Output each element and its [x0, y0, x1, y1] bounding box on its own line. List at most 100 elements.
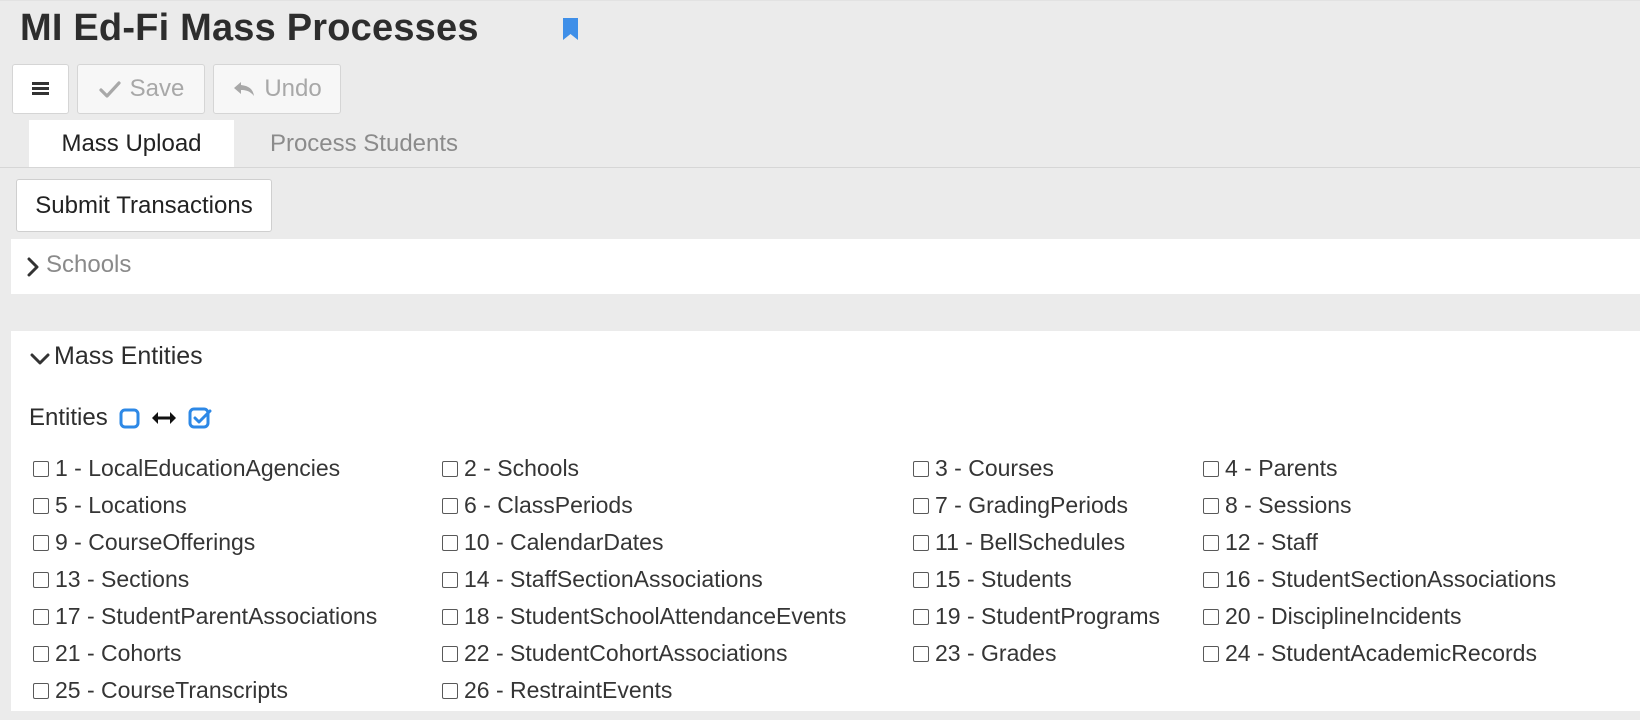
entity-checkbox[interactable] — [1203, 534, 1219, 551]
tab-separator — [0, 167, 1640, 168]
entity-label: 7 - GradingPeriods — [935, 492, 1129, 518]
entity-label: 5 - Locations — [55, 492, 187, 518]
entity-checkbox[interactable] — [33, 497, 49, 514]
undo-arrow-icon — [234, 82, 255, 96]
entity-label: 3 - Courses — [935, 455, 1054, 481]
entity-checkbox[interactable] — [913, 645, 929, 662]
entity-checkbox[interactable] — [913, 497, 929, 514]
entity-checkbox[interactable] — [442, 460, 458, 477]
entity-checkbox[interactable] — [442, 534, 458, 551]
entity-checkbox[interactable] — [913, 571, 929, 588]
select-none-icon[interactable] — [119, 408, 140, 429]
entity-checkbox[interactable] — [33, 608, 49, 625]
undo-button[interactable]: Undo — [213, 64, 341, 114]
entity-label: 22 - StudentCohortAssociations — [464, 640, 788, 666]
entity-checkbox[interactable] — [913, 608, 929, 625]
entity-checkbox[interactable] — [913, 534, 929, 551]
toolbar: Save Undo — [12, 64, 341, 116]
entity-label: 12 - Staff — [1225, 529, 1318, 555]
tab-list: Mass Upload Process Students — [29, 120, 494, 168]
entity-checkbox[interactable] — [1203, 608, 1219, 625]
entity-option-13[interactable]: 13 - Sections — [33, 561, 189, 598]
entity-option-9[interactable]: 9 - CourseOfferings — [33, 524, 255, 561]
entity-label: 2 - Schools — [464, 455, 580, 481]
entity-option-2[interactable]: 2 - Schools — [442, 450, 579, 487]
entity-checkbox[interactable] — [33, 460, 49, 477]
undo-label: Undo — [264, 75, 322, 102]
entity-checkbox[interactable] — [913, 460, 929, 477]
entity-checkbox-grid: 1 - LocalEducationAgencies 2 - Schools 3… — [33, 450, 1640, 720]
entity-label: 1 - LocalEducationAgencies — [55, 455, 341, 481]
entity-label: 26 - RestraintEvents — [464, 677, 673, 703]
select-all-icon[interactable] — [188, 406, 212, 430]
entity-checkbox[interactable] — [442, 608, 458, 625]
entity-checkbox[interactable] — [33, 534, 49, 551]
menu-icon — [32, 82, 49, 96]
entity-checkbox[interactable] — [1203, 460, 1219, 477]
entity-label: 8 - Sessions — [1225, 492, 1352, 518]
entity-option-10[interactable]: 10 - CalendarDates — [442, 524, 663, 561]
entities-select-controls: Entities — [29, 400, 212, 436]
entity-option-8[interactable]: 8 - Sessions — [1203, 487, 1352, 524]
entity-label: 11 - BellSchedules — [935, 529, 1126, 555]
entity-checkbox[interactable] — [442, 497, 458, 514]
menu-button[interactable] — [12, 64, 69, 114]
entities-label: Entities — [29, 404, 108, 431]
page-title: MI Ed-Fi Mass Processes — [20, 7, 479, 49]
swap-icon[interactable] — [151, 409, 177, 427]
entity-option-16[interactable]: 16 - StudentSectionAssociations — [1203, 561, 1556, 598]
entity-label: 25 - CourseTranscripts — [55, 677, 289, 703]
entity-option-4[interactable]: 4 - Parents — [1203, 450, 1338, 487]
page-header: MI Ed-Fi Mass Processes — [0, 0, 1640, 61]
entity-label: 6 - ClassPeriods — [464, 492, 633, 518]
entity-option-22[interactable]: 22 - StudentCohortAssociations — [442, 635, 787, 672]
save-button[interactable]: Save — [77, 64, 205, 114]
entity-checkbox[interactable] — [442, 571, 458, 588]
entity-checkbox[interactable] — [1203, 571, 1219, 588]
entity-option-14[interactable]: 14 - StaffSectionAssociations — [442, 561, 763, 598]
mass-entities-header[interactable]: Mass Entities — [54, 342, 203, 371]
entity-label: 13 - Sections — [55, 566, 190, 592]
entity-label: 23 - Grades — [935, 640, 1057, 666]
entity-option-20[interactable]: 20 - DisciplineIncidents — [1203, 598, 1462, 635]
entity-label: 9 - CourseOfferings — [55, 529, 256, 555]
entity-option-25[interactable]: 25 - CourseTranscripts — [33, 672, 288, 709]
bookmark-icon[interactable] — [563, 18, 578, 40]
entity-label: 14 - StaffSectionAssociations — [464, 566, 763, 592]
entity-checkbox[interactable] — [33, 645, 49, 662]
entity-option-17[interactable]: 17 - StudentParentAssociations — [33, 598, 377, 635]
entity-checkbox[interactable] — [1203, 645, 1219, 662]
entity-option-5[interactable]: 5 - Locations — [33, 487, 187, 524]
entity-checkbox[interactable] — [442, 645, 458, 662]
save-label: Save — [129, 75, 185, 102]
entity-option-11[interactable]: 11 - BellSchedules — [913, 524, 1125, 561]
entity-label: 4 - Parents — [1225, 455, 1338, 481]
chevron-right-icon[interactable] — [27, 257, 39, 277]
entity-option-23[interactable]: 23 - Grades — [913, 635, 1056, 672]
entity-label: 21 - Cohorts — [55, 640, 182, 666]
mass-entities-panel: Mass Entities Entities 1 - LocalEducatio… — [11, 331, 1640, 711]
entity-option-18[interactable]: 18 - StudentSchoolAttendanceEvents — [442, 598, 846, 635]
chevron-down-icon[interactable] — [30, 353, 50, 365]
entity-checkbox[interactable] — [1203, 497, 1219, 514]
entity-checkbox[interactable] — [33, 571, 49, 588]
tab-process-students[interactable]: Process Students — [234, 120, 494, 168]
entity-checkbox[interactable] — [33, 682, 49, 699]
entity-option-21[interactable]: 21 - Cohorts — [33, 635, 182, 672]
entity-option-24[interactable]: 24 - StudentAcademicRecords — [1203, 635, 1537, 672]
submit-transactions-button[interactable]: Submit Transactions — [16, 179, 272, 232]
entity-option-6[interactable]: 6 - ClassPeriods — [442, 487, 633, 524]
entity-label: 15 - Students — [935, 566, 1072, 592]
entity-option-12[interactable]: 12 - Staff — [1203, 524, 1318, 561]
entity-option-15[interactable]: 15 - Students — [913, 561, 1072, 598]
schools-panel-header[interactable]: Schools — [46, 251, 131, 279]
tab-mass-upload[interactable]: Mass Upload — [29, 120, 234, 168]
entity-option-1[interactable]: 1 - LocalEducationAgencies — [33, 450, 340, 487]
entity-option-7[interactable]: 7 - GradingPeriods — [913, 487, 1128, 524]
entity-label: 24 - StudentAcademicRecords — [1225, 640, 1537, 666]
entity-option-3[interactable]: 3 - Courses — [913, 450, 1054, 487]
entity-checkbox[interactable] — [442, 682, 458, 699]
entity-option-19[interactable]: 19 - StudentPrograms — [913, 598, 1160, 635]
entity-label: 18 - StudentSchoolAttendanceEvents — [464, 603, 847, 629]
entity-option-26[interactable]: 26 - RestraintEvents — [442, 672, 672, 709]
